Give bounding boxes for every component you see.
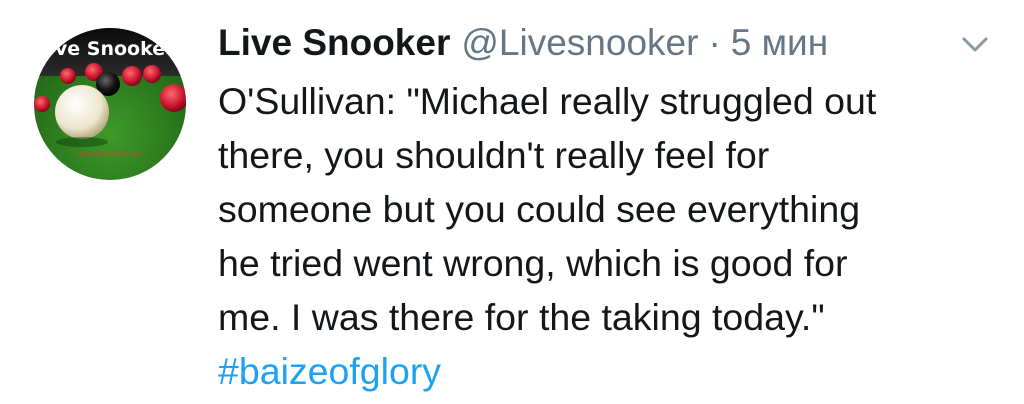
tweet-text-line: he tried went wrong, which is good for [218,242,848,284]
username-handle[interactable]: @Livesnooker [461,22,698,64]
separator-dot: · [708,22,721,63]
avatar[interactable]: ve Snooke www.livesnooker.com [34,28,186,180]
more-menu-button[interactable] [960,34,990,56]
tweet-text-line: there, you shouldn't really feel for [218,134,770,176]
hashtag-link[interactable]: #baizeofglory [218,344,1008,398]
tweet: ve Snooke www.livesnooker.com Live Snook… [0,0,1024,404]
tweet-text-line: someone but you could see everything [218,188,861,230]
tweet-text-line: O'Sullivan: "Michael really struggled ou… [218,80,877,122]
chevron-down-icon [962,37,988,52]
avatar-footer-text: www.livesnooker.com [77,151,143,158]
tweet-text: O'Sullivan: "Michael really struggled ou… [218,74,1008,398]
avatar-logo-text: ve Snooke [54,38,166,60]
display-name[interactable]: Live Snooker [218,22,450,64]
timestamp[interactable]: 5 мин [731,22,828,64]
tweet-text-line: me. I was there for the taking today." [218,296,825,338]
tweet-header: Live Snooker @Livesnooker · 5 мин [218,22,828,66]
